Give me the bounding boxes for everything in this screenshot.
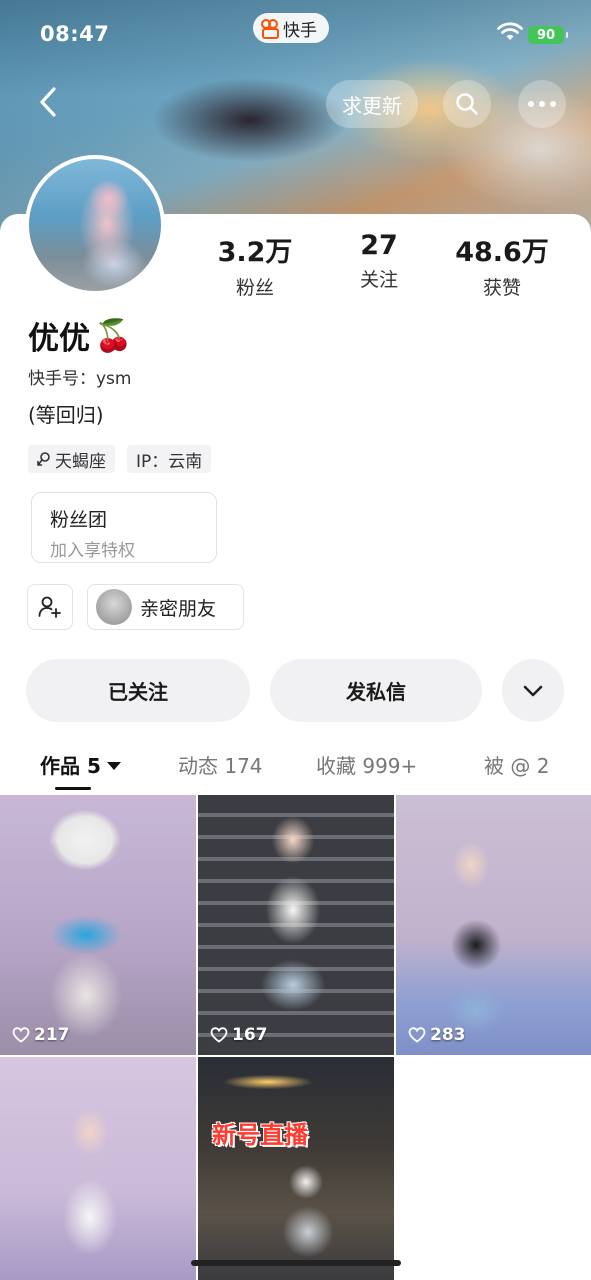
home-indicator[interactable] (191, 1260, 401, 1266)
stat-following-label: 关注 (359, 269, 398, 291)
followed-label: 已关注 (108, 680, 168, 704)
zodiac-label: 天蝎座 (55, 451, 106, 472)
profile-tags: 天蝎座 IP：云南 (28, 445, 212, 473)
more-button[interactable] (518, 80, 566, 128)
stat-likes-value: 48.6万 (455, 237, 549, 268)
caret-down-icon[interactable] (106, 762, 121, 770)
request-update-button[interactable]: 求更新 (326, 80, 418, 128)
request-update-label: 求更新 (342, 93, 402, 118)
video-likes-count: 217 (34, 1025, 70, 1045)
kuaishou-logo-icon (261, 19, 279, 39)
heart-icon (12, 1027, 30, 1043)
ip-location-label: IP：云南 (136, 451, 203, 472)
chevron-left-icon (40, 87, 56, 117)
video-likes-count: 167 (232, 1025, 268, 1045)
active-tab-indicator (55, 787, 91, 790)
send-message-button[interactable]: 发私信 (270, 659, 482, 722)
followed-button[interactable]: 已关注 (26, 659, 250, 722)
add-friend-button[interactable] (27, 584, 73, 630)
ip-location-tag: IP：云南 (127, 445, 212, 473)
tab-favorites[interactable]: 收藏 999+ (316, 750, 417, 779)
tab-moments[interactable]: 动态 174 (178, 750, 263, 779)
stat-fans-value: 3.2万 (217, 237, 293, 268)
close-friends-label: 亲密朋友 (140, 597, 217, 620)
search-button[interactable] (443, 80, 491, 128)
video-thumbnail[interactable]: 217 (0, 795, 196, 1055)
video-likes: 217 (12, 1025, 70, 1045)
kuaishou-id[interactable]: 快手号：ysm (28, 364, 131, 389)
stat-following[interactable]: 27 关注 (324, 230, 434, 292)
fan-club-subtitle: 加入享特权 (50, 541, 135, 561)
stat-following-value: 27 (360, 230, 398, 261)
send-message-label: 发私信 (346, 680, 406, 704)
search-icon (456, 93, 478, 115)
tab-works[interactable]: 作品 5 (40, 750, 121, 779)
fan-club-card[interactable]: 粉丝团 加入享特权 (31, 492, 217, 563)
wifi-icon (497, 22, 523, 40)
friend-avatar (96, 589, 132, 625)
add-user-icon (38, 596, 61, 618)
video-thumbnail[interactable]: 283 (396, 795, 591, 1055)
stat-fans[interactable]: 3.2万 粉丝 (200, 230, 310, 300)
cherry-emoji-icon: 🍒 (94, 318, 133, 354)
heart-icon (210, 1027, 228, 1043)
close-friends-button[interactable]: 亲密朋友 (87, 584, 244, 630)
bio: (等回归) (28, 403, 104, 427)
zodiac-tag: 天蝎座 (28, 445, 115, 473)
status-bar: 08:47 快手 90 (0, 0, 591, 70)
nickname: 优优 🍒 (28, 313, 133, 358)
video-thumbnail[interactable]: 167 (198, 795, 394, 1055)
video-thumbnail[interactable] (0, 1057, 196, 1280)
tab-works-label: 作品 5 (40, 754, 101, 778)
video-thumbnail[interactable]: 新号直播 (198, 1057, 394, 1280)
expand-button[interactable] (502, 659, 564, 722)
tab-mentions[interactable]: 被 @ 2 (484, 750, 549, 779)
zodiac-symbol-icon (37, 452, 50, 466)
battery-indicator: 90 (528, 26, 568, 44)
content-tabs: 作品 5 动态 174 收藏 999+ 被 @ 2 (0, 740, 591, 792)
status-time: 08:47 (40, 22, 110, 46)
fan-club-title: 粉丝团 (50, 509, 108, 531)
chevron-down-icon (523, 685, 543, 696)
stat-fans-label: 粉丝 (235, 277, 274, 299)
more-dots-icon (528, 101, 556, 107)
video-likes: 167 (210, 1025, 268, 1045)
heart-icon (408, 1027, 426, 1043)
nickname-text: 优优 (28, 321, 90, 357)
back-button[interactable] (26, 80, 70, 124)
stat-likes-label: 获赞 (482, 277, 521, 299)
video-overlay-text: 新号直播 (212, 1121, 308, 1149)
app-badge: 快手 (253, 13, 329, 43)
app-name: 快手 (283, 20, 317, 41)
video-likes: 283 (408, 1025, 466, 1045)
video-likes-count: 283 (430, 1025, 466, 1045)
stat-likes[interactable]: 48.6万 获赞 (447, 230, 557, 300)
avatar[interactable] (25, 155, 165, 295)
